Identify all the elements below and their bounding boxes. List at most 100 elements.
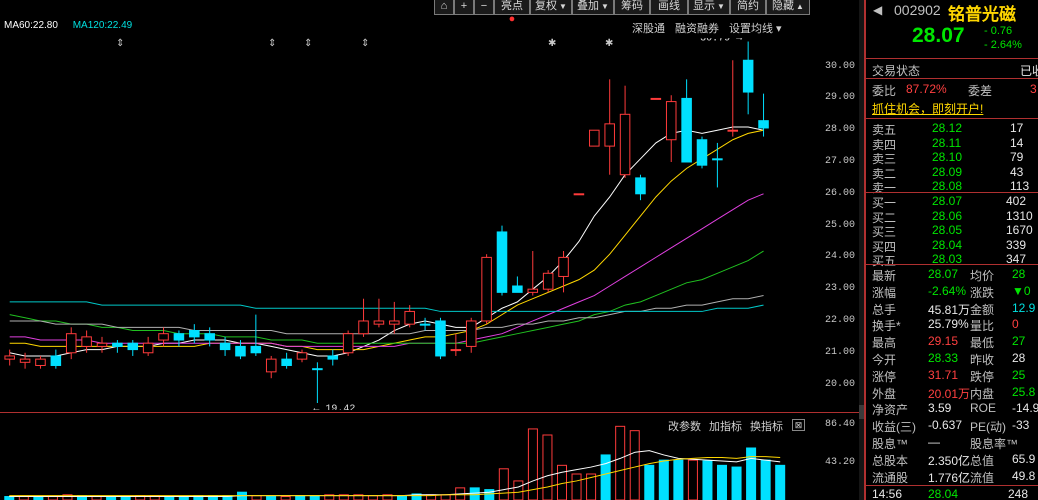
- candle[interactable]: [558, 251, 569, 293]
- collapse-arrow-icon[interactable]: ◀: [873, 3, 882, 17]
- candle[interactable]: [250, 314, 262, 356]
- candle[interactable]: [650, 97, 662, 100]
- volume-bar[interactable]: [731, 466, 742, 500]
- candle[interactable]: [619, 85, 631, 178]
- home-button[interactable]: ⌂: [434, 0, 454, 15]
- volume-bar[interactable]: [178, 496, 189, 500]
- simple-button[interactable]: 简约: [730, 0, 766, 15]
- open-account-link[interactable]: 抓住机会，即刻开户!: [872, 100, 983, 117]
- volume-bar[interactable]: [164, 496, 175, 500]
- display-button[interactable]: 显示 ▼: [688, 0, 730, 15]
- candlestick-chart[interactable]: 30.79 → ← 19.42: [0, 38, 862, 410]
- candle[interactable]: [573, 193, 585, 196]
- candle[interactable]: [4, 349, 15, 366]
- candle[interactable]: [742, 41, 754, 115]
- candle[interactable]: [96, 336, 108, 353]
- volume-chart[interactable]: [0, 418, 862, 500]
- volume-bar[interactable]: [367, 495, 378, 500]
- volume-bar[interactable]: [760, 459, 771, 500]
- ask-row[interactable]: 卖五 28.12 17: [870, 121, 1038, 137]
- candle[interactable]: [312, 362, 323, 404]
- candle[interactable]: [496, 225, 508, 296]
- candle[interactable]: [696, 136, 708, 169]
- candle[interactable]: [127, 340, 139, 356]
- ask-row[interactable]: 卖二 28.09 43: [870, 165, 1038, 181]
- draw-line-button[interactable]: 画线: [650, 0, 688, 15]
- volume-bar[interactable]: [571, 473, 582, 500]
- volume-bar[interactable]: [513, 480, 524, 500]
- volume-bar[interactable]: [266, 496, 277, 500]
- volume-bar[interactable]: [542, 434, 553, 500]
- candle[interactable]: [435, 317, 446, 360]
- candle[interactable]: [296, 349, 308, 363]
- candle[interactable]: [665, 95, 677, 162]
- candle[interactable]: [712, 142, 723, 188]
- volume-bar[interactable]: [644, 464, 655, 500]
- volume-bar[interactable]: [687, 459, 698, 500]
- volume-bar[interactable]: [47, 496, 58, 500]
- bid-row[interactable]: 买三 28.05 1670: [870, 223, 1038, 239]
- chips-button[interactable]: 筹码: [614, 0, 650, 15]
- overlay-button[interactable]: 叠加 ▼: [572, 0, 614, 15]
- candle[interactable]: [142, 336, 154, 356]
- volume-bar[interactable]: [469, 487, 480, 500]
- candle[interactable]: [527, 251, 539, 296]
- candle[interactable]: [481, 254, 492, 325]
- volume-bar[interactable]: [295, 495, 306, 500]
- volume-bar[interactable]: [775, 464, 786, 500]
- candle[interactable]: [281, 352, 292, 369]
- volume-bar[interactable]: [673, 459, 684, 500]
- candle[interactable]: [327, 349, 339, 366]
- candle[interactable]: [758, 93, 769, 137]
- volume-bar[interactable]: [120, 496, 131, 500]
- candle[interactable]: [542, 270, 554, 293]
- volume-bar[interactable]: [716, 464, 728, 500]
- candle[interactable]: [450, 333, 462, 356]
- candle[interactable]: [342, 330, 354, 356]
- zoom-out-button[interactable]: −: [474, 0, 494, 15]
- volume-bar[interactable]: [615, 425, 626, 500]
- adjust-button[interactable]: 复权 ▼: [530, 0, 572, 15]
- volume-bar[interactable]: [702, 460, 713, 500]
- volume-bar[interactable]: [396, 495, 408, 500]
- candle[interactable]: [358, 298, 369, 337]
- candle[interactable]: [604, 79, 615, 175]
- hide-button[interactable]: 隐藏 ▲: [766, 0, 810, 15]
- volume-bar[interactable]: [4, 496, 15, 500]
- zoom-in-button[interactable]: +: [454, 0, 474, 15]
- volume-bar[interactable]: [91, 496, 102, 500]
- tab-hk-connect[interactable]: 深股通: [632, 20, 665, 36]
- candle[interactable]: [419, 317, 431, 331]
- volume-bar[interactable]: [106, 496, 117, 500]
- volume-bar[interactable]: [658, 459, 669, 500]
- tab-ma-settings[interactable]: 设置均线 ▾: [729, 20, 782, 36]
- candle[interactable]: [65, 327, 77, 360]
- candle[interactable]: [465, 317, 477, 353]
- candle[interactable]: [512, 276, 523, 293]
- volume-bar[interactable]: [280, 496, 291, 500]
- volume-bar[interactable]: [18, 496, 29, 500]
- candle[interactable]: [265, 355, 277, 379]
- volume-bar[interactable]: [309, 495, 320, 500]
- bid-row[interactable]: 买一 28.07 402: [870, 194, 1038, 210]
- bid-row[interactable]: 买四 28.04 339: [870, 238, 1038, 254]
- volume-bar[interactable]: [746, 447, 757, 500]
- candle[interactable]: [373, 298, 385, 328]
- candle[interactable]: [35, 355, 46, 369]
- volume-bar[interactable]: [440, 494, 451, 500]
- candle[interactable]: [112, 340, 123, 353]
- candle[interactable]: [681, 79, 692, 163]
- volume-bar[interactable]: [251, 495, 262, 500]
- ask-row[interactable]: 卖三 28.10 79: [870, 150, 1038, 166]
- volume-bar[interactable]: [498, 468, 509, 500]
- bid-row[interactable]: 买二 28.06 1310: [870, 209, 1038, 225]
- candle[interactable]: [589, 129, 600, 147]
- tab-margin-trading[interactable]: 融资融券: [675, 20, 719, 36]
- candle[interactable]: [635, 174, 646, 201]
- candle[interactable]: [50, 349, 62, 369]
- volume-bar[interactable]: [629, 430, 640, 500]
- highlights-button[interactable]: 亮点●: [494, 0, 530, 25]
- candle[interactable]: [727, 60, 739, 137]
- volume-bar[interactable]: [600, 454, 611, 500]
- ask-row[interactable]: 卖四 28.11 14: [870, 136, 1038, 152]
